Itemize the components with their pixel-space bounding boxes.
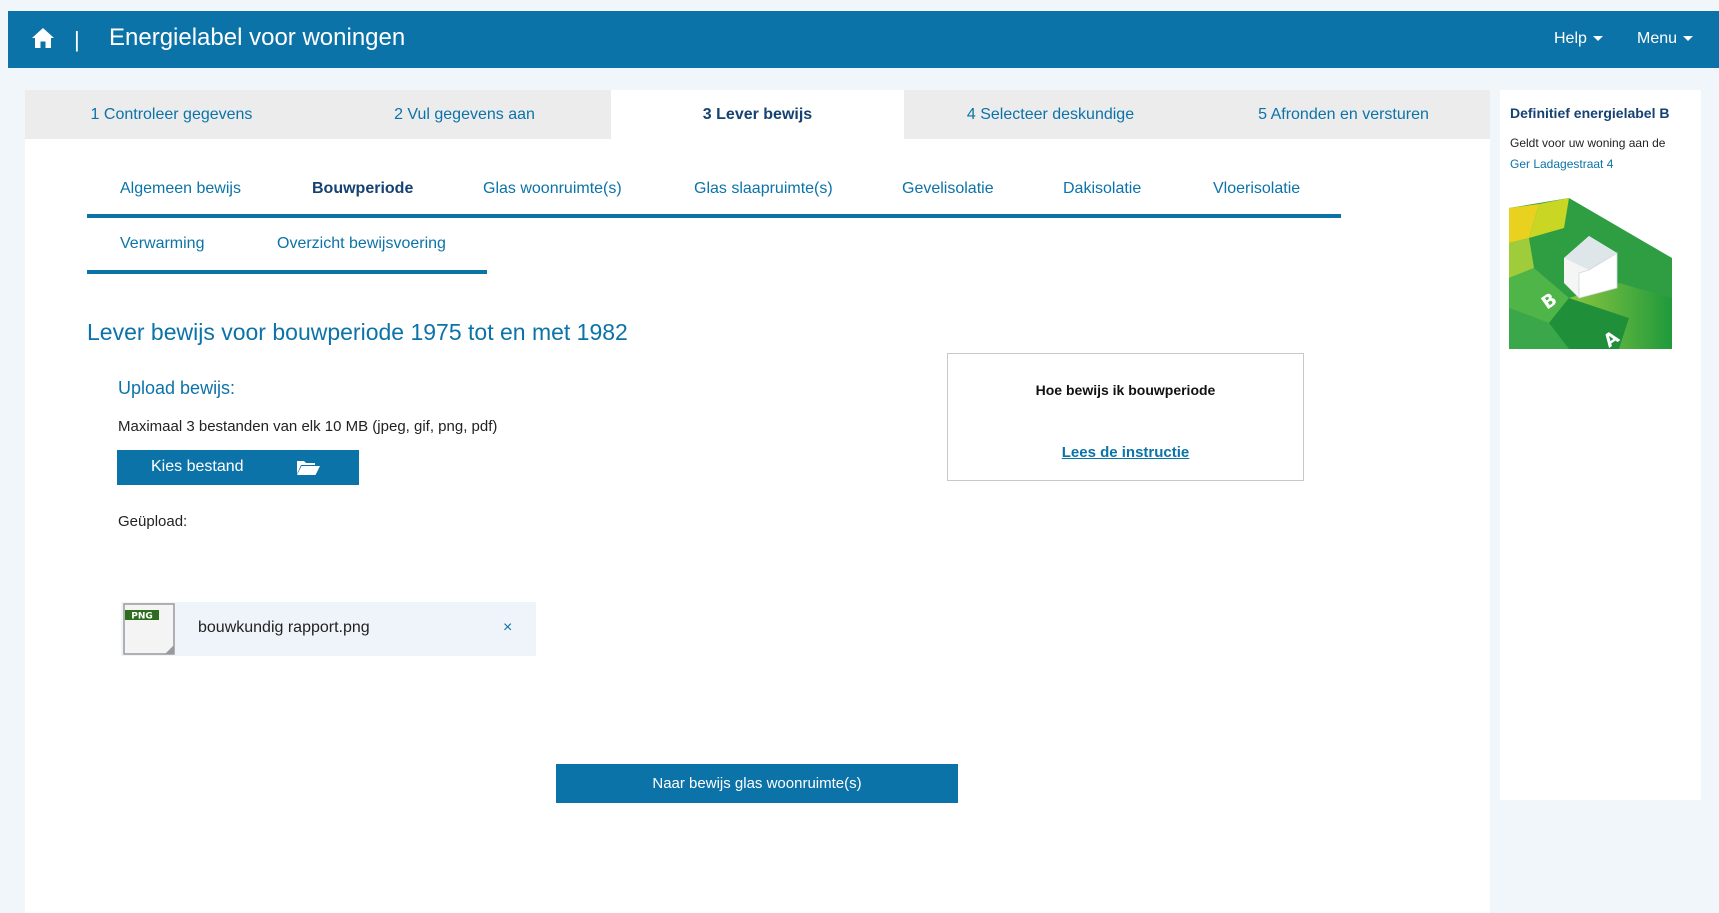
subtab-underline-row1 xyxy=(87,214,1341,218)
step-tab-4[interactable]: 4 Selecteer deskundige xyxy=(904,90,1197,139)
subtab-algemeen-bewijs[interactable]: Algemeen bewijs xyxy=(120,180,241,198)
step-tab-2[interactable]: 2 Vul gegevens aan xyxy=(318,90,611,139)
help-dropdown[interactable]: Help xyxy=(1554,30,1603,48)
menu-dropdown[interactable]: Menu xyxy=(1637,30,1694,48)
energy-label-description: Geldt voor uw woning aan de xyxy=(1510,136,1666,150)
subtab-bouwperiode[interactable]: Bouwperiode xyxy=(312,180,413,198)
page-heading: Lever bewijs voor bouwperiode 1975 tot e… xyxy=(87,319,628,345)
choose-file-label: Kies bestand xyxy=(151,458,244,475)
step-tab-1[interactable]: 1 Controleer gegevens xyxy=(25,90,318,139)
menu-label: Menu xyxy=(1637,30,1678,47)
chevron-down-icon xyxy=(1683,36,1694,42)
app-title: Energielabel voor woningen xyxy=(109,24,406,51)
help-label: Help xyxy=(1554,30,1587,47)
subtab-glas-woonruimte[interactable]: Glas woonruimte(s) xyxy=(483,180,622,198)
energy-label-illustration: B A xyxy=(1509,198,1672,349)
uploaded-label: Geüpload: xyxy=(118,513,188,530)
address-link[interactable]: Ger Ladagestraat 4 xyxy=(1510,157,1613,171)
subtab-vloerisolatie[interactable]: Vloerisolatie xyxy=(1213,180,1300,198)
top-navbar: | Energielabel voor woningen Help Menu xyxy=(8,11,1719,68)
energy-label-sidebar: Definitief energielabel B Geldt voor uw … xyxy=(1500,90,1701,800)
remove-file-button[interactable]: × xyxy=(503,619,512,637)
uploaded-file-name: bouwkundig rapport.png xyxy=(198,619,370,636)
main-panel: 1 Controleer gegevens 2 Vul gegevens aan… xyxy=(25,90,1490,913)
png-file-icon: PNG xyxy=(123,603,175,655)
uploaded-file-item: PNG bouwkundig rapport.png × xyxy=(121,602,536,656)
instruction-box: Hoe bewijs ik bouwperiode Lees de instru… xyxy=(947,353,1304,481)
subtab-dakisolatie[interactable]: Dakisolatie xyxy=(1063,180,1141,198)
upload-label: Upload bewijs: xyxy=(118,378,236,398)
instruction-link[interactable]: Lees de instructie xyxy=(948,444,1303,461)
step-tabs: 1 Controleer gegevens 2 Vul gegevens aan… xyxy=(25,90,1490,139)
instruction-title: Hoe bewijs ik bouwperiode xyxy=(1035,382,1216,398)
step-tab-5[interactable]: 5 Afronden en versturen xyxy=(1197,90,1490,139)
home-icon[interactable] xyxy=(30,25,56,51)
subtab-verwarming[interactable]: Verwarming xyxy=(120,235,204,253)
subtab-glas-slaapruimte[interactable]: Glas slaapruimte(s) xyxy=(694,180,833,198)
header-separator: | xyxy=(74,27,80,52)
svg-text:PNG: PNG xyxy=(131,612,153,622)
next-step-button[interactable]: Naar bewijs glas woonruimte(s) xyxy=(556,764,958,803)
energy-label-title: Definitief energielabel B xyxy=(1510,105,1670,121)
subtab-underline-row2 xyxy=(87,270,487,274)
upload-constraints-text: Maximaal 3 bestanden van elk 10 MB (jpeg… xyxy=(118,418,498,435)
subtab-gevelisolatie[interactable]: Gevelisolatie xyxy=(902,180,994,198)
folder-open-icon xyxy=(297,461,320,475)
subtab-overzicht-bewijsvoering[interactable]: Overzicht bewijsvoering xyxy=(277,235,446,253)
chevron-down-icon xyxy=(1592,36,1603,42)
step-tab-3[interactable]: 3 Lever bewijs xyxy=(611,90,904,139)
choose-file-button[interactable]: Kies bestand xyxy=(117,450,359,485)
